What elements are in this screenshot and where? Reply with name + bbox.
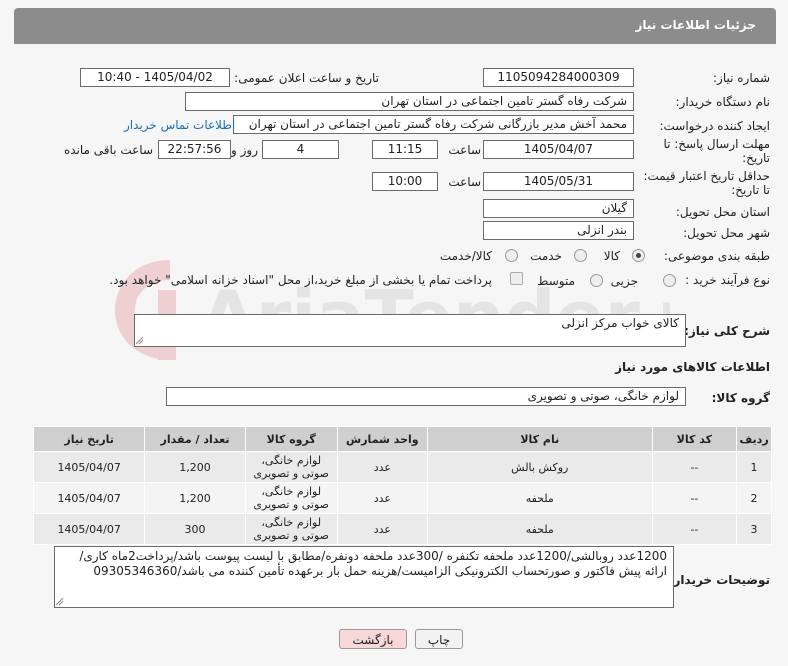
deadline-label: مهلت ارسال پاسخ: تا: [663, 137, 770, 151]
print-button[interactable]: چاپ: [415, 629, 463, 649]
col-group: گروه کالا: [244, 426, 338, 452]
cell-row: 2: [736, 482, 772, 514]
cell-row: 3: [736, 513, 772, 545]
table-row: 1 -- روکش بالش عدد لوازم خانگی، صوتی و ت…: [32, 451, 772, 483]
cell-quantity: 1,200: [144, 451, 246, 483]
days-label: روز و: [231, 143, 258, 157]
cell-quantity: 300: [144, 513, 246, 545]
cell-name: ملحفه: [426, 513, 653, 545]
province-label: استان محل تحویل:: [675, 205, 770, 219]
validity-time-label: ساعت: [448, 175, 481, 189]
process-radio-minor[interactable]: [663, 274, 676, 287]
process-option-minor: جزیی: [610, 274, 638, 288]
announce-label: تاریخ و ساعت اعلان عمومی:: [234, 71, 379, 85]
process-label: نوع فرآیند خرید :: [685, 273, 770, 287]
general-desc-label: شرح کلی نیاز:: [684, 324, 770, 338]
goods-info-title: اطلاعات کالاهای مورد نیاز: [615, 360, 770, 374]
province-field: گیلان: [483, 199, 634, 218]
col-row: ردیف: [736, 426, 772, 452]
goods-group-label: گروه کالا:: [711, 391, 770, 405]
page-title: جزئیات اطلاعات نیاز: [635, 18, 756, 32]
cell-name: روکش بالش: [426, 451, 653, 483]
table-row: 3 -- ملحفه عدد لوازم خانگی، صوتی و تصویر…: [32, 513, 772, 545]
page-header: جزئیات اطلاعات نیاز: [14, 8, 776, 44]
treasury-payment-checkbox[interactable]: [510, 272, 523, 285]
cell-group: لوازم خانگی، صوتی و تصویری: [244, 513, 338, 545]
remaining-label: ساعت باقی مانده: [63, 143, 153, 157]
cell-code: --: [651, 482, 738, 514]
announce-field: 1405/04/02 - 10:40: [80, 68, 230, 87]
need-number-field: 1105094284000309: [483, 68, 634, 87]
creator-field: محمد آخش مدیر بازرگانی شرکت رفاه گستر تا…: [233, 115, 634, 134]
validity-date-field: 1405/05/31: [483, 172, 634, 191]
category-option-goods-service: کالا/خدمت: [439, 249, 492, 263]
buyer-org-field: شرکت رفاه گستر تامین اجتماعی در استان ته…: [185, 92, 634, 111]
need-number-label: شماره نیاز:: [713, 71, 770, 85]
category-option-goods: کالا: [603, 249, 620, 263]
cell-code: --: [651, 451, 738, 483]
validity-label-2: تا تاریخ:: [731, 183, 770, 197]
days-field: 4: [262, 140, 339, 159]
city-label: شهر محل تحویل:: [683, 226, 770, 240]
buyer-notes-label: توضیحات خریدار:: [668, 573, 770, 587]
general-desc-field: کالای خواب مرکز انزلی: [134, 314, 686, 347]
category-radio-goods-service[interactable]: [505, 249, 518, 262]
resize-grip-icon[interactable]: [136, 337, 144, 345]
cell-unit: عدد: [336, 482, 428, 514]
category-radio-goods[interactable]: [632, 249, 645, 262]
cell-group: لوازم خانگی، صوتی و تصویری: [244, 451, 338, 483]
deadline-time-label: ساعت: [448, 143, 481, 157]
process-radio-medium[interactable]: [590, 274, 603, 287]
cell-group: لوازم خانگی، صوتی و تصویری: [244, 482, 338, 514]
cell-row: 1: [736, 451, 772, 483]
deadline-time-field: 11:15: [372, 140, 438, 159]
goods-group-field: لوازم خانگی، صوتی و تصویری: [166, 387, 686, 406]
cell-date: 1405/04/07: [32, 513, 146, 545]
table-header-row: ردیف کد کالا نام کالا واحد شمارش گروه کا…: [32, 426, 772, 452]
category-option-service: خدمت: [530, 249, 562, 263]
watermark-logo: AriaTender.neT: [115, 260, 670, 360]
category-label: طبقه بندی موضوعی:: [663, 249, 770, 263]
buyer-contact-link[interactable]: اطلاعات تماس خریدار: [124, 118, 235, 132]
buyer-notes-text: 1200عدد روبالشی/1200عدد ملحفه تکنفره /30…: [79, 549, 667, 578]
creator-label: ایجاد کننده درخواست:: [659, 119, 770, 133]
col-unit: واحد شمارش: [336, 426, 428, 452]
buyer-org-label: نام دستگاه خریدار:: [675, 95, 771, 109]
remaining-time-field: 22:57:56: [158, 140, 231, 159]
category-radio-service[interactable]: [574, 249, 587, 262]
table-row: 2 -- ملحفه عدد لوازم خانگی، صوتی و تصویر…: [32, 482, 772, 514]
col-name: نام کالا: [426, 426, 653, 452]
col-code: کد کالا: [651, 426, 738, 452]
cell-date: 1405/04/07: [32, 451, 146, 483]
cell-unit: عدد: [336, 451, 428, 483]
col-quantity: تعداد / مقدار: [144, 426, 246, 452]
col-date: تاریخ نیاز: [32, 426, 146, 452]
process-option-medium: متوسط: [537, 274, 575, 288]
resize-grip-icon[interactable]: [56, 598, 64, 606]
cell-quantity: 1,200: [144, 482, 246, 514]
cell-date: 1405/04/07: [32, 482, 146, 514]
validity-label: حداقل تاریخ اعتبار قیمت:: [643, 169, 770, 183]
goods-table: ردیف کد کالا نام کالا واحد شمارش گروه کا…: [32, 426, 772, 545]
buyer-notes-field: 1200عدد روبالشی/1200عدد ملحفه تکنفره /30…: [54, 546, 674, 608]
validity-time-field: 10:00: [372, 172, 438, 191]
city-field: بندر انزلی: [483, 221, 634, 240]
cell-unit: عدد: [336, 513, 428, 545]
general-desc-text: کالای خواب مرکز انزلی: [561, 316, 679, 330]
cell-name: ملحفه: [426, 482, 653, 514]
treasury-payment-note: پرداخت تمام یا بخشی از مبلغ خرید،از محل …: [109, 273, 492, 287]
cell-code: --: [651, 513, 738, 545]
deadline-label-2: تاریخ:: [742, 151, 770, 165]
deadline-date-field: 1405/04/07: [483, 140, 634, 159]
back-button[interactable]: بازگشت: [339, 629, 407, 649]
